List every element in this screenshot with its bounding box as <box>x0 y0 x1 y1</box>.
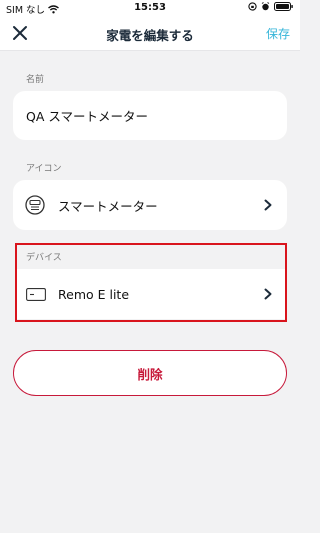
status-right <box>248 2 294 11</box>
status-bar: SIM なし 15:53 <box>0 0 300 16</box>
name-section-label: 名前 <box>26 75 45 85</box>
delete-button[interactable]: 削除 <box>13 350 287 396</box>
name-field[interactable]: QA スマートメーター <box>13 91 287 140</box>
device-section-label: デバイス <box>26 253 62 263</box>
device-value: Remo E lite <box>58 286 130 302</box>
name-value: QA スマートメーター <box>26 109 148 124</box>
device-card-icon <box>26 288 46 301</box>
icon-value: スマートメーター <box>58 198 158 214</box>
orientation-lock-icon <box>248 2 257 11</box>
save-button[interactable]: 保存 <box>266 25 290 42</box>
icon-selector-row[interactable]: スマートメーター <box>13 180 287 230</box>
smart-meter-icon <box>25 195 45 215</box>
chevron-right-icon <box>264 288 272 300</box>
chevron-right-icon <box>264 199 272 211</box>
alarm-icon <box>261 2 270 11</box>
navigation-bar: 家電を編集する 保存 <box>0 16 300 51</box>
device-selector-row[interactable]: Remo E lite <box>17 269 285 319</box>
page-title: 家電を編集する <box>106 28 194 43</box>
battery-icon <box>274 2 293 11</box>
icon-section-label: アイコン <box>26 164 62 174</box>
